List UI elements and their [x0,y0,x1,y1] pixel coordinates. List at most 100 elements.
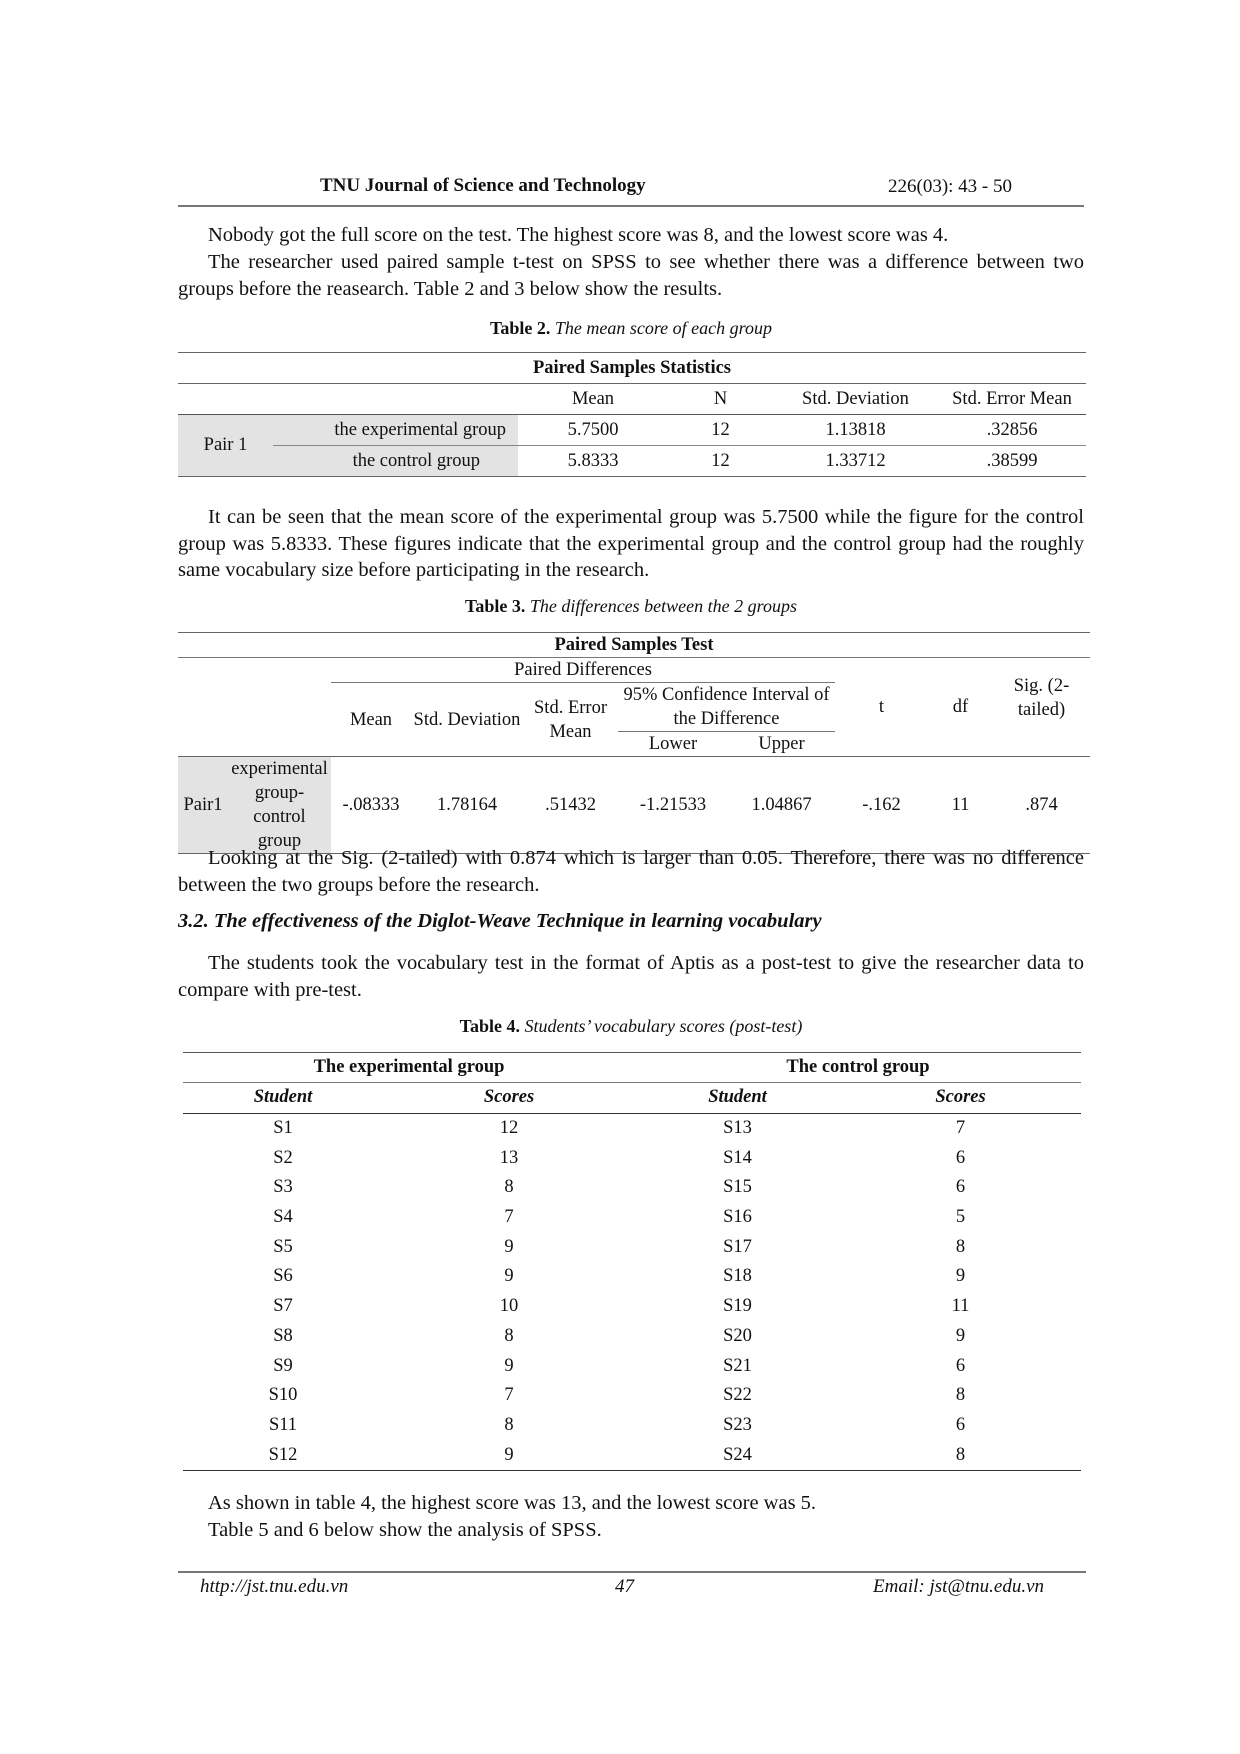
paragraph-1: Nobody got the full score on the test. T… [178,222,1084,249]
student-id: S16 [723,1207,752,1228]
group-label: the control group [273,445,518,477]
score-value: 8 [955,1236,966,1257]
col-header-lower: Lower [618,731,728,757]
paragraph-2: The researcher used paired sample t-test… [178,249,1084,302]
df-value: 11 [951,795,970,815]
sem-value: .32856 [938,414,1086,446]
score-value: 9 [504,1355,514,1376]
table-row: S7 10 S19 11 [183,1292,1081,1322]
student-id: S22 [723,1385,752,1406]
col-header-mean: Mean [331,682,411,757]
t-value: -.162 [862,795,901,815]
caption-label: Table 3. [465,596,526,616]
score-value: 8 [504,1414,514,1435]
control-group-header: The control group [635,1052,1081,1083]
table-row: the control group 5.8333 12 1.33712 .385… [178,445,1086,477]
paragraph-3: It can be seen that the mean score of th… [178,504,1084,584]
col-header-std-deviation: Std. Deviation [773,383,938,415]
col-header-upper: Upper [728,731,835,757]
student-id: S23 [723,1414,752,1435]
score-value: 6 [955,1414,966,1435]
student-id: S5 [273,1236,293,1257]
student-id: S19 [723,1296,752,1317]
pair-description: experimental group- control group [228,756,331,854]
student-id: S17 [723,1236,752,1257]
col-header-std-error-mean: Std. Error Mean [938,383,1086,415]
score-value: 10 [499,1296,519,1317]
score-value: 9 [504,1266,514,1287]
student-id: S1 [273,1118,293,1139]
score-value: 7 [504,1207,514,1228]
footer-url-link[interactable]: http://jst.tnu.edu.vn [200,1576,348,1598]
student-id: S18 [723,1266,752,1287]
caption-label: Table 4. [459,1016,521,1036]
table-row: S5 9 S17 8 [183,1232,1081,1262]
table-row: S4 7 S16 5 [183,1203,1081,1233]
mean-value: 5.8333 [518,445,668,477]
table-row: S2 13 S14 6 [183,1143,1081,1173]
paragraph-text: As shown in table 4, the highest score w… [208,1492,817,1514]
col-header-std-deviation: Std. Deviation [411,682,523,757]
n-value: 12 [668,414,773,446]
student-id: S13 [723,1118,752,1139]
table-row: S8 8 S20 9 [183,1322,1081,1352]
col-header-t: t [835,657,928,757]
table-row: S6 9 S18 9 [183,1262,1081,1292]
col-header-scores: Scores [383,1082,635,1114]
mean-value: -.08333 [342,795,400,815]
paragraph-5: The students took the vocabulary test in… [178,950,1084,1003]
score-value: 8 [840,1440,1081,1471]
col-header-df: df [928,657,993,757]
journal-title: TNU Journal of Science and Technology [320,175,646,196]
paragraph-4: Looking at the Sig. (2-tailed) with 0.87… [178,845,1084,898]
n-value: 12 [668,445,773,477]
header-rule [178,205,1084,207]
score-value: 8 [504,1177,514,1198]
table2-paired-samples-statistics: Paired Samples Statistics Mean N Std. De… [178,352,1086,477]
col-header-student: Student [635,1082,840,1114]
student-id: S11 [268,1414,298,1435]
score-value: 6 [955,1355,966,1376]
paragraph-text: The researcher used paired sample t-test… [178,251,1084,300]
student-id: S20 [723,1325,752,1346]
table3-paired-samples-test: Paired Samples Test Paired Differences t… [178,632,1090,854]
table-row: S3 8 S15 6 [183,1173,1081,1203]
student-id: S12 [183,1440,383,1471]
table3-empty-header [178,657,331,757]
pair-label: Pair1 [178,756,228,854]
score-value: 6 [955,1147,966,1168]
student-id: S3 [273,1177,293,1198]
score-value: 11 [951,1296,970,1317]
student-id: S2 [273,1147,293,1168]
student-id: S21 [723,1355,752,1376]
table2-title: Paired Samples Statistics [178,352,1086,384]
table-row: S1 12 S13 7 [183,1113,1081,1143]
table-row: S12 9 S24 8 [183,1440,1081,1471]
score-value: 9 [504,1236,514,1257]
student-id: S6 [273,1266,293,1287]
sd-value: 1.13818 [773,414,938,446]
col-header-n: N [668,383,773,415]
score-value: 9 [955,1325,966,1346]
table4-vocabulary-scores: The experimental group The control group… [183,1052,1081,1471]
upper-value: 1.04867 [751,795,812,815]
caption-text: The mean score of each group [554,318,772,338]
col-header-confidence-interval: 95% Confidence Interval of the Differenc… [618,682,835,732]
paragraph-text: The students took the vocabulary test in… [178,952,1084,1001]
score-value: 5 [955,1207,966,1228]
col-header-sig: Sig. (2-tailed) [993,657,1090,757]
sem-value: .38599 [938,445,1086,477]
paragraph-text: It can be seen that the mean score of th… [178,506,1084,581]
student-id: S9 [273,1355,293,1376]
table-row: S10 7 S22 8 [183,1381,1081,1411]
footer-email-link[interactable]: Email: jst@tnu.edu.vn [873,1576,1044,1598]
score-value: 12 [499,1118,519,1139]
paragraph-7: Table 5 and 6 below show the analysis of… [178,1517,1084,1544]
table2-caption: Table 2. The mean score of each group [178,318,1084,339]
caption-text: The differences between the 2 groups [529,596,797,616]
paragraph-6: As shown in table 4, the highest score w… [178,1490,1084,1517]
group-label: the experimental group [273,414,518,446]
student-id: S24 [635,1440,840,1471]
score-value: 13 [499,1147,519,1168]
student-id: S4 [273,1207,293,1228]
